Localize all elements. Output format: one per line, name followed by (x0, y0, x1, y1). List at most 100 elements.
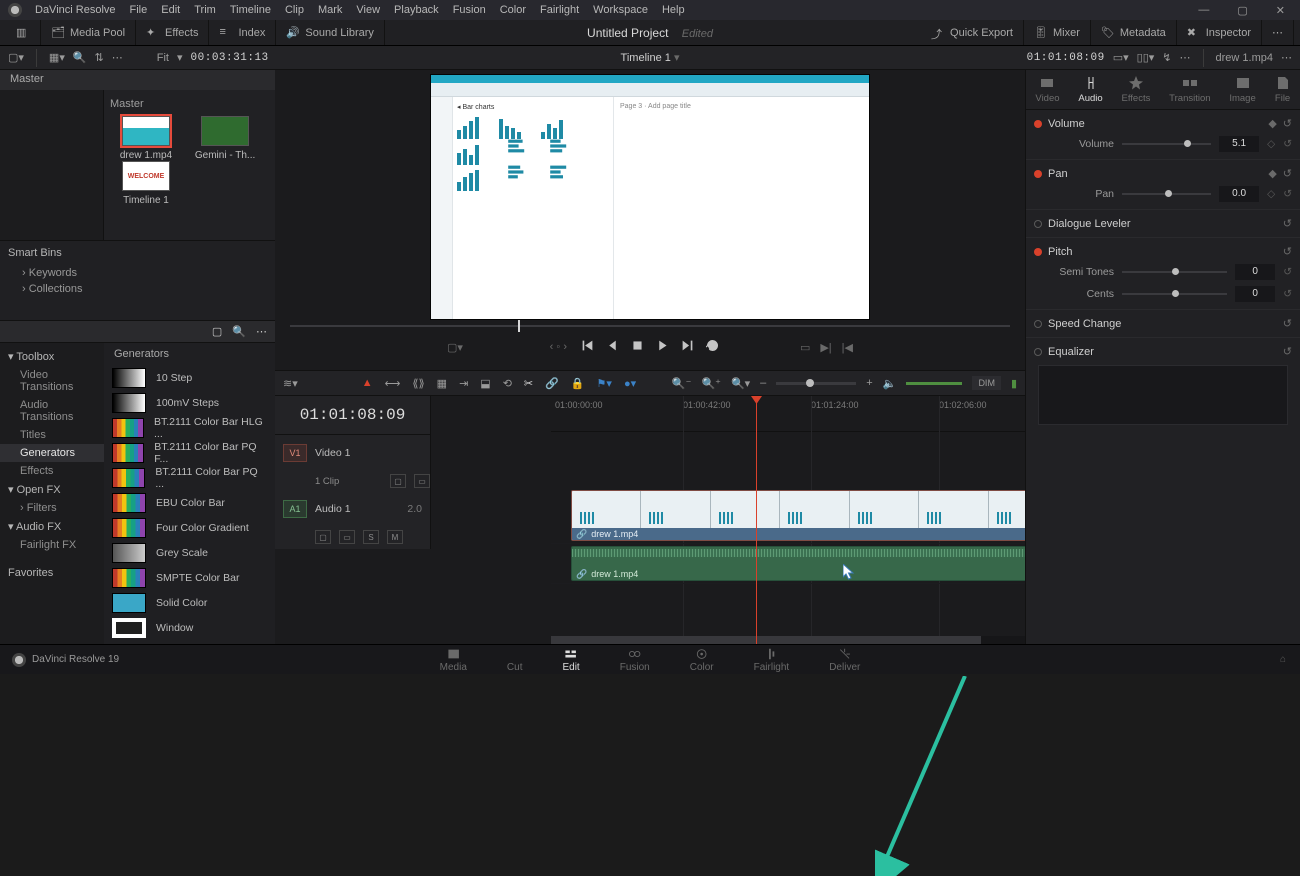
param-keyframe-icon[interactable]: ◇ (1267, 138, 1275, 150)
clip-item[interactable]: drew 1.mp4 (110, 116, 182, 161)
panel-layout-icon[interactable]: ▢ (212, 325, 222, 338)
generator-item[interactable]: 100mV Steps (108, 391, 271, 415)
quick-export-button[interactable]: ⤴Quick Export (921, 20, 1024, 45)
media-pool-toggle[interactable]: 🗂Media Pool (41, 20, 136, 45)
layout-preset-button[interactable]: ▥ (6, 20, 41, 45)
generator-item[interactable]: BT.2111 Color Bar HLG ... (108, 416, 271, 440)
stop-button[interactable] (631, 339, 644, 355)
menu-file[interactable]: File (123, 4, 155, 16)
solo-button[interactable]: S (363, 530, 379, 544)
semitones-value[interactable]: 0 (1235, 264, 1275, 280)
lock-icon[interactable]: 🔒 (571, 377, 585, 390)
pan-value[interactable]: 0.0 (1219, 186, 1259, 202)
section-pan[interactable]: Pan (1048, 168, 1068, 180)
enable-dot-icon[interactable] (1034, 248, 1042, 256)
bin-tree[interactable] (0, 90, 104, 240)
video-track-tag[interactable]: V1 (283, 444, 307, 462)
param-reset-icon[interactable]: ↺ (1283, 288, 1292, 300)
menu-view[interactable]: View (349, 4, 387, 16)
selection-tool-icon[interactable]: ▲ (362, 377, 373, 389)
viewer-canvas[interactable]: ◂ Bar charts (430, 74, 870, 320)
page-deliver[interactable]: Deliver (829, 647, 860, 673)
generator-item[interactable]: BT.2111 Color Bar PQ F... (108, 441, 271, 465)
trim-tool-icon[interactable]: ⟷ (385, 377, 401, 390)
page-cut[interactable]: Cut (507, 647, 523, 673)
section-speed-change[interactable]: Speed Change (1048, 318, 1121, 330)
single-viewer-icon[interactable]: ▭▾ (1113, 51, 1129, 64)
panel-more-icon[interactable]: ⋯ (256, 325, 267, 338)
search-icon[interactable]: 🔍 (73, 51, 87, 64)
page-color[interactable]: Color (690, 647, 714, 673)
flag-icon[interactable]: ⚑▾ (597, 377, 612, 390)
play-button[interactable] (656, 339, 669, 355)
fx-category[interactable]: Fairlight FX (0, 536, 104, 554)
reset-icon[interactable]: ↺ (1283, 167, 1292, 180)
inspector-tab-file[interactable]: File (1275, 75, 1291, 104)
effects-toggle[interactable]: ✦Effects (136, 20, 209, 45)
inspector-more-icon[interactable]: ⋯ (1281, 51, 1292, 64)
fx-group[interactable]: ▾ Open FX (0, 480, 104, 499)
timeline-scrollbar[interactable] (551, 636, 1025, 644)
window-close-icon[interactable]: ✕ (1269, 4, 1292, 17)
enable-dot-icon[interactable] (1034, 320, 1042, 328)
keyframe-icon[interactable]: ◆ (1268, 117, 1276, 130)
project-manager-icon[interactable]: ⌂ (1266, 654, 1300, 665)
timeline-view-options-icon[interactable]: ≋▾ (283, 377, 298, 390)
menu-mark[interactable]: Mark (311, 4, 349, 16)
timeline-video-clip[interactable]: 🔗drew 1.mp4 (571, 490, 1025, 541)
first-frame-button[interactable] (581, 339, 594, 355)
record-arm-icon[interactable]: ▭ (339, 530, 355, 544)
reset-icon[interactable]: ↺ (1283, 217, 1292, 230)
volume-value[interactable]: 5.1 (1219, 136, 1259, 152)
layout-button-icon[interactable]: ▢▾ (8, 51, 24, 64)
viewer-scrubber[interactable] (290, 320, 1010, 332)
auto-select-icon[interactable]: ▢ (315, 530, 331, 544)
fx-category[interactable]: Video Transitions (0, 366, 104, 396)
go-last-icon[interactable]: |◀ (842, 341, 853, 354)
page-media[interactable]: Media (440, 647, 467, 673)
monitor-icon[interactable]: 🔈 (883, 377, 897, 390)
fx-category[interactable]: Audio Transitions (0, 396, 104, 426)
match-frame-icon[interactable]: ▭ (800, 341, 810, 354)
auto-select-icon[interactable]: ▢ (390, 474, 406, 488)
search-icon[interactable]: 🔍 (232, 325, 246, 338)
sort-icon[interactable]: ⇅ (95, 51, 104, 64)
go-next-icon[interactable]: ▶| (820, 341, 831, 354)
options-icon[interactable]: ⋯ (112, 51, 123, 64)
keyframe-icon[interactable]: ◆ (1268, 167, 1276, 180)
zoom-custom-icon[interactable]: 🔍▾ (731, 377, 750, 390)
razor-icon[interactable]: ✂ (524, 377, 533, 390)
volume-slider[interactable] (1122, 143, 1211, 145)
semitones-slider[interactable] (1122, 271, 1227, 273)
section-volume[interactable]: Volume (1048, 118, 1085, 130)
menu-clip[interactable]: Clip (278, 4, 311, 16)
inspector-tab-transition[interactable]: Transition (1169, 75, 1210, 104)
reset-icon[interactable]: ↺ (1283, 245, 1292, 258)
mute-button[interactable]: M (387, 530, 403, 544)
timeline-current-tc[interactable]: 01:01:08:09 (275, 396, 430, 434)
mixer-toggle[interactable]: 🎚Mixer (1024, 20, 1091, 45)
param-keyframe-icon[interactable]: ◇ (1267, 188, 1275, 200)
timeline-tracks-area[interactable]: 01:00:00:00 01:00:42:00 01:01:24:00 01:0… (551, 396, 1025, 644)
menu-workspace[interactable]: Workspace (586, 4, 655, 16)
fx-group[interactable]: ▾ Toolbox (0, 347, 104, 366)
fx-category-active[interactable]: Generators (0, 444, 104, 462)
menu-timeline[interactable]: Timeline (223, 4, 278, 16)
smart-bin-item[interactable]: › Keywords (8, 265, 267, 281)
section-pitch[interactable]: Pitch (1048, 246, 1072, 258)
master-bin-header[interactable]: Master (0, 70, 275, 90)
inspector-tab-image[interactable]: Image (1229, 75, 1255, 104)
fx-category[interactable]: Effects (0, 462, 104, 480)
dual-viewer-icon[interactable]: ▯▯▾ (1137, 51, 1155, 64)
window-minimize-icon[interactable]: — (1191, 4, 1216, 17)
timeline-name[interactable]: Timeline 1 (621, 52, 671, 64)
section-equalizer[interactable]: Equalizer (1048, 346, 1094, 358)
enable-dot-icon[interactable] (1034, 120, 1042, 128)
audio-track-tag[interactable]: A1 (283, 500, 307, 518)
prev-frame-button[interactable] (606, 339, 619, 355)
video-track-header[interactable]: V1 Video 1 (275, 435, 430, 471)
reset-icon[interactable]: ↺ (1283, 117, 1292, 130)
overwrite-icon[interactable]: ⬓ (480, 377, 490, 390)
bypass-icon[interactable]: ↯ (1162, 51, 1171, 64)
page-fairlight[interactable]: Fairlight (754, 647, 790, 673)
